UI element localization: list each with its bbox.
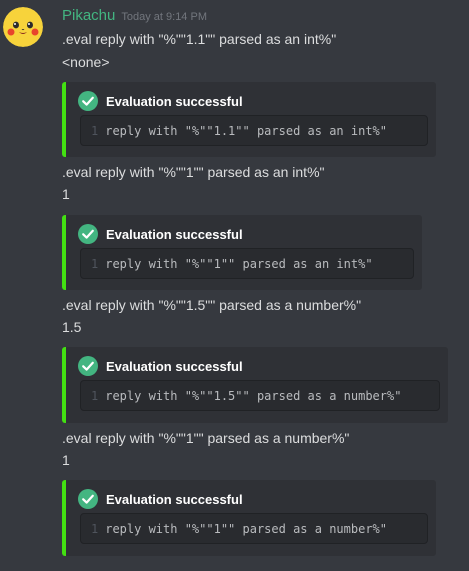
command-line: .eval reply with "%""1"" parsed as a num… xyxy=(62,430,350,446)
username[interactable]: Pikachu xyxy=(62,7,115,24)
embed-title: Evaluation successful xyxy=(78,91,243,111)
code-text: reply with "%""1"" parsed as an int%" xyxy=(105,256,373,271)
avatar[interactable] xyxy=(3,7,43,47)
embed-title-text: Evaluation successful xyxy=(106,491,243,507)
line-number: 1 xyxy=(91,388,99,403)
result-line: 1 xyxy=(62,452,70,468)
embed-title: Evaluation successful xyxy=(78,224,243,244)
command-line: .eval reply with "%""1.5"" parsed as a n… xyxy=(62,297,362,313)
command-line: .eval reply with "%""1.1"" parsed as an … xyxy=(62,31,337,47)
check-circle-icon xyxy=(78,224,98,244)
message-header: Pikachu Today at 9:14 PM xyxy=(62,7,207,27)
check-circle-icon xyxy=(78,91,98,111)
code-text: reply with "%""1"" parsed as a number%" xyxy=(105,521,387,536)
embed-title-text: Evaluation successful xyxy=(106,93,243,109)
line-number: 1 xyxy=(91,123,99,138)
embed-title-text: Evaluation successful xyxy=(106,358,243,374)
result-line: <none> xyxy=(62,54,110,70)
embed: Evaluation successful 1 reply with "%""1… xyxy=(62,215,422,290)
result-line: 1.5 xyxy=(62,319,82,335)
code-block[interactable]: 1 reply with "%""1"" parsed as a number%… xyxy=(80,513,428,544)
embed-title: Evaluation successful xyxy=(78,356,243,376)
result-line: 1 xyxy=(62,186,70,202)
code-text: reply with "%""1.1"" parsed as an int%" xyxy=(105,123,387,138)
embed: Evaluation successful 1 reply with "%""1… xyxy=(62,82,436,157)
embed-title: Evaluation successful xyxy=(78,489,243,509)
embed: Evaluation successful 1 reply with "%""1… xyxy=(62,480,436,556)
code-block[interactable]: 1 reply with "%""1"" parsed as an int%" xyxy=(80,248,414,279)
pikachu-face-icon xyxy=(3,7,43,47)
code-block[interactable]: 1 reply with "%""1.5"" parsed as a numbe… xyxy=(80,380,440,411)
timestamp: Today at 9:14 PM xyxy=(121,11,207,23)
code-block[interactable]: 1 reply with "%""1.1"" parsed as an int%… xyxy=(80,115,428,146)
check-circle-icon xyxy=(78,489,98,509)
embed-title-text: Evaluation successful xyxy=(106,226,243,242)
command-line: .eval reply with "%""1"" parsed as an in… xyxy=(62,164,325,180)
embed: Evaluation successful 1 reply with "%""1… xyxy=(62,347,448,423)
code-text: reply with "%""1.5"" parsed as a number%… xyxy=(105,388,402,403)
line-number: 1 xyxy=(91,521,99,536)
check-circle-icon xyxy=(78,356,98,376)
line-number: 1 xyxy=(91,256,99,271)
